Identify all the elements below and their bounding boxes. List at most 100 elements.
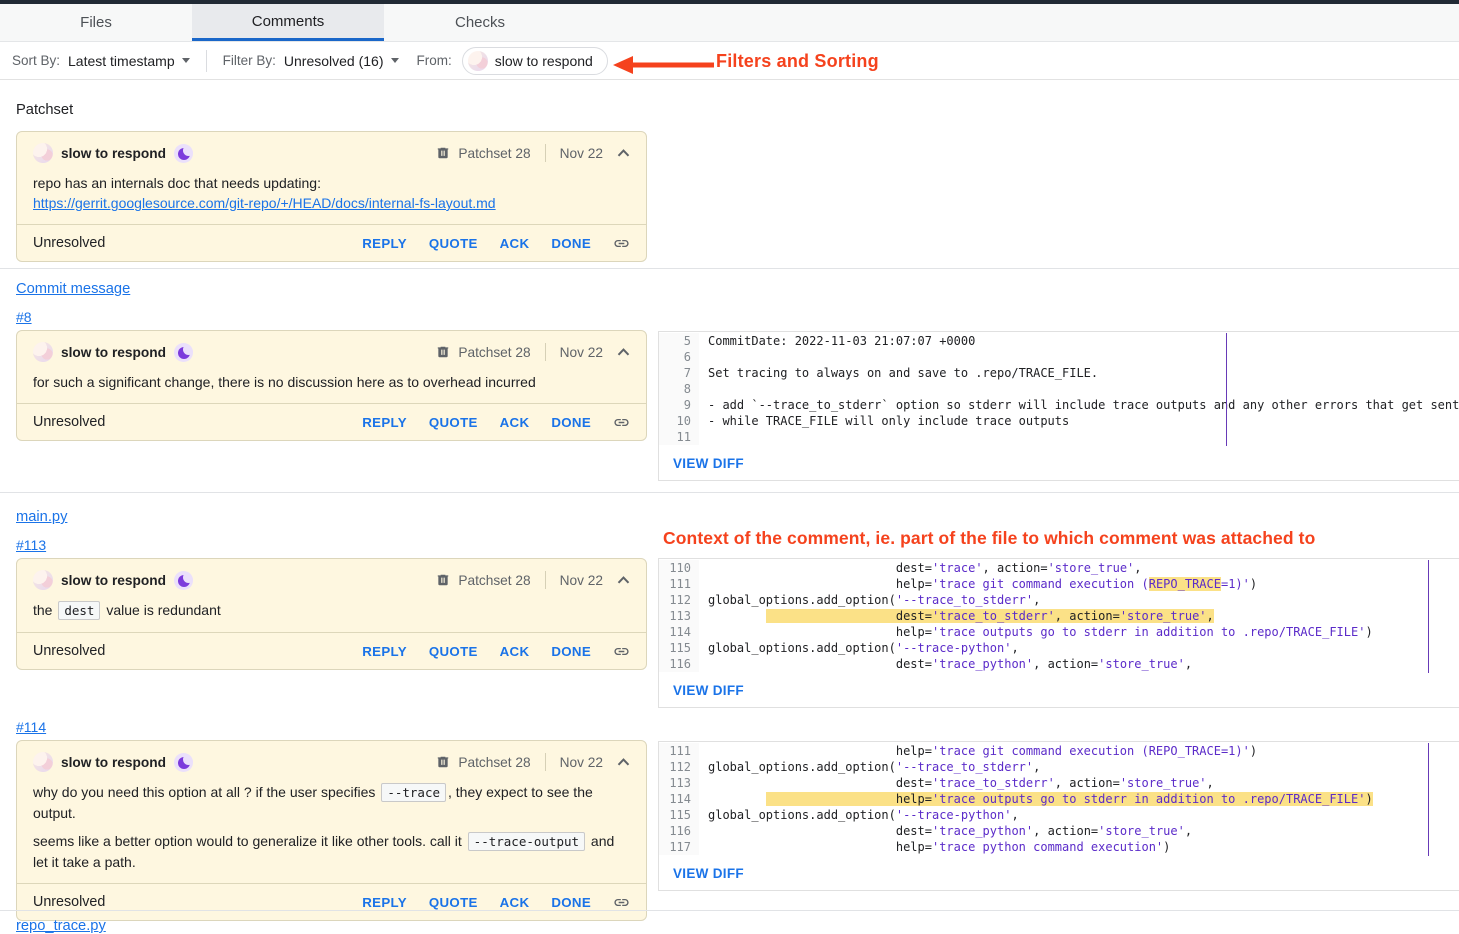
comment-date: Nov 22	[560, 345, 603, 360]
sort-by-value: Latest timestamp	[68, 53, 175, 69]
reply-button[interactable]: REPLY	[362, 644, 407, 659]
comment-thread-113: slow to respond Patchset 28 Nov 22 the d…	[16, 558, 647, 670]
tab-files[interactable]: Files	[0, 4, 192, 41]
inline-code: --trace	[381, 783, 446, 802]
resolved-status: Unresolved	[33, 235, 105, 251]
done-button[interactable]: DONE	[551, 415, 591, 430]
comment-anchor-8[interactable]: #8	[16, 309, 32, 325]
from-user-chip[interactable]: slow to respond	[462, 47, 608, 75]
patchset-label: Patchset 28	[458, 345, 530, 360]
comment-thread-114: slow to respond Patchset 28 Nov 22 why d…	[16, 740, 647, 921]
avatar	[33, 143, 53, 163]
done-button[interactable]: DONE	[551, 895, 591, 910]
code-lines: 111 help='trace git command execution (R…	[659, 742, 1459, 856]
away-status-icon	[174, 343, 193, 362]
divider	[545, 343, 546, 361]
inline-code: dest	[58, 601, 100, 620]
section-divider	[0, 910, 1459, 911]
file-link-main-py[interactable]: main.py	[16, 509, 67, 525]
file-link-commit-message[interactable]: Commit message	[16, 281, 130, 297]
patchset-label: Patchset 28	[458, 146, 530, 161]
copy-link-icon[interactable]	[613, 235, 630, 252]
tab-comments[interactable]: Comments	[192, 4, 384, 41]
copy-link-icon[interactable]	[613, 414, 630, 431]
away-status-icon	[174, 571, 193, 590]
divider	[545, 753, 546, 771]
comment-anchor-113[interactable]: #113	[16, 537, 46, 553]
chevron-down-icon	[391, 58, 399, 63]
collapse-thread-icon[interactable]	[617, 149, 630, 157]
quote-button[interactable]: QUOTE	[429, 415, 478, 430]
copy-link-icon[interactable]	[613, 643, 630, 660]
tab-bar: Files Comments Checks	[0, 4, 1459, 42]
comment-thread-8: slow to respond Patchset 28 Nov 22 for s…	[16, 330, 647, 441]
code-context-114: 111 help='trace git command execution (R…	[658, 741, 1459, 891]
filter-by-label: Filter By:	[223, 53, 276, 68]
quote-button[interactable]: QUOTE	[429, 644, 478, 659]
comment-author: slow to respond	[61, 573, 166, 588]
comment-anchor-114[interactable]: #114	[16, 719, 46, 735]
reply-button[interactable]: REPLY	[362, 236, 407, 251]
away-status-icon	[174, 144, 193, 163]
done-button[interactable]: DONE	[551, 236, 591, 251]
section-heading-patchset: Patchset	[16, 102, 73, 118]
away-status-icon	[174, 753, 193, 772]
ack-button[interactable]: ACK	[500, 236, 530, 251]
comment-author: slow to respond	[61, 146, 166, 161]
section-divider	[0, 492, 1459, 493]
comment-author: slow to respond	[61, 755, 166, 770]
divider	[545, 571, 546, 589]
comment-text: the dest value is redundant	[33, 600, 630, 621]
comment-date: Nov 22	[560, 146, 603, 161]
resolved-status: Unresolved	[33, 894, 105, 910]
filter-by-dropdown[interactable]: Unresolved (16)	[284, 53, 399, 69]
reply-button[interactable]: REPLY	[362, 895, 407, 910]
collapse-thread-icon[interactable]	[617, 576, 630, 584]
collapse-thread-icon[interactable]	[617, 758, 630, 766]
avatar	[33, 342, 53, 362]
delete-comment-button[interactable]	[436, 344, 450, 360]
delete-comment-button[interactable]	[436, 572, 450, 588]
divider	[545, 144, 546, 162]
comment-link[interactable]: https://gerrit.googlesource.com/git-repo…	[33, 195, 496, 211]
annotation-arrow-icon	[604, 50, 716, 78]
inline-code: --trace-output	[468, 832, 585, 851]
reply-button[interactable]: REPLY	[362, 415, 407, 430]
copy-link-icon[interactable]	[613, 894, 630, 911]
view-diff-button[interactable]: VIEW DIFF	[673, 456, 744, 471]
done-button[interactable]: DONE	[551, 644, 591, 659]
comment-text: why do you need this option at all ? if …	[33, 782, 630, 823]
tab-checks[interactable]: Checks	[384, 4, 576, 41]
code-context-commit-message: 5CommitDate: 2022-11-03 21:07:07 +000067…	[658, 331, 1459, 481]
comment-author: slow to respond	[61, 345, 166, 360]
delete-comment-button[interactable]	[436, 145, 450, 161]
resolved-status: Unresolved	[33, 643, 105, 659]
view-diff-button[interactable]: VIEW DIFF	[673, 866, 744, 881]
from-user-name: slow to respond	[495, 53, 593, 69]
from-label: From:	[417, 53, 452, 68]
comment-text: repo has an internals doc that needs upd…	[33, 173, 630, 193]
section-divider	[0, 268, 1459, 269]
margin-line	[1428, 560, 1429, 673]
comment-date: Nov 22	[560, 755, 603, 770]
annotation-comment-context: Context of the comment, ie. part of the …	[663, 528, 1315, 549]
ack-button[interactable]: ACK	[500, 644, 530, 659]
comment-text: for such a significant change, there is …	[33, 372, 630, 392]
quote-button[interactable]: QUOTE	[429, 895, 478, 910]
quote-button[interactable]: QUOTE	[429, 236, 478, 251]
file-link-repo-trace-py[interactable]: repo_trace.py	[16, 918, 106, 934]
view-diff-button[interactable]: VIEW DIFF	[673, 683, 744, 698]
code-lines: 110 dest='trace', action='store_true',11…	[659, 559, 1459, 673]
sort-by-dropdown[interactable]: Latest timestamp	[68, 53, 190, 69]
patchset-label: Patchset 28	[458, 573, 530, 588]
comment-thread-patchset: slow to respond Patchset 28 Nov 22 repo …	[16, 131, 647, 262]
code-context-113: 110 dest='trace', action='store_true',11…	[658, 558, 1459, 708]
collapse-thread-icon[interactable]	[617, 348, 630, 356]
divider	[206, 50, 207, 72]
ack-button[interactable]: ACK	[500, 415, 530, 430]
ack-button[interactable]: ACK	[500, 895, 530, 910]
avatar	[33, 570, 53, 590]
sort-by-label: Sort By:	[12, 53, 60, 68]
delete-comment-button[interactable]	[436, 754, 450, 770]
avatar	[468, 51, 488, 71]
